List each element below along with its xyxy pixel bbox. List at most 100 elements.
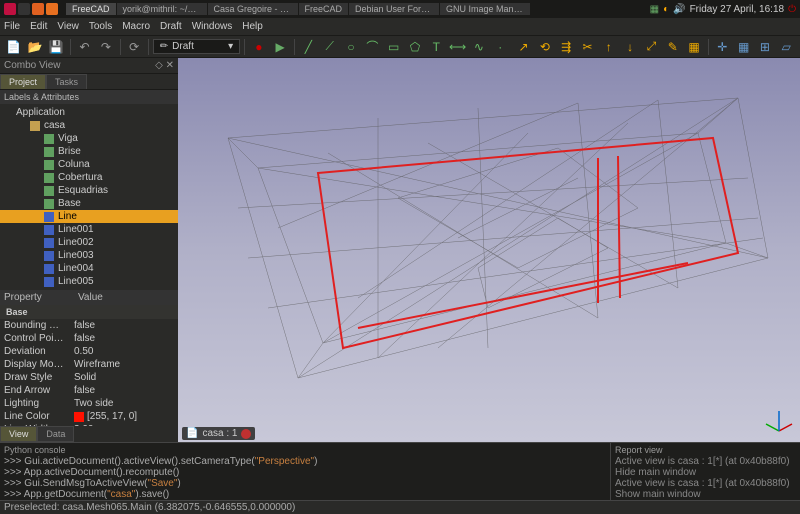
python-console[interactable]: Python console >>> Gui.activeDocument().… <box>0 443 610 500</box>
draft-offset-button[interactable]: ⇶ <box>557 37 576 57</box>
taskbar-tab[interactable]: yorik@mithril: ~/Ap… <box>117 3 207 15</box>
menu-windows[interactable]: Windows <box>192 21 233 32</box>
tree-item[interactable]: Esquadrias <box>0 184 178 197</box>
tray-icon[interactable]: ◐ <box>663 4 669 15</box>
draft-move-button[interactable]: ↗ <box>514 37 533 57</box>
tree-item[interactable]: Cobertura <box>0 171 178 184</box>
tab-tasks[interactable]: Tasks <box>46 74 87 89</box>
tree-item[interactable]: Line005 <box>0 275 178 288</box>
menu-macro[interactable]: Macro <box>122 21 150 32</box>
prop-row[interactable]: Line Color[255, 17, 0] <box>0 410 178 423</box>
statusbar: Preselected: casa.Mesh065.Main (6.382075… <box>0 500 800 514</box>
panel-controls[interactable]: ◇ ✕ <box>155 60 174 71</box>
draft-wire-button[interactable]: ⟋ <box>320 37 339 57</box>
menubar: File Edit View Tools Macro Draft Windows… <box>0 18 800 36</box>
tree-root[interactable]: Application <box>0 106 178 119</box>
tab-project[interactable]: Project <box>0 74 46 89</box>
tree-item[interactable]: Line002 <box>0 236 178 249</box>
tray-icon[interactable]: 🔊 <box>673 4 685 15</box>
menu-file[interactable]: File <box>4 21 20 32</box>
nav-cube[interactable] <box>764 406 794 436</box>
prop-row[interactable]: Bounding …false <box>0 319 178 332</box>
draft-rotate-button[interactable]: ⟲ <box>535 37 554 57</box>
property-grid[interactable]: Base Bounding …falseControl Poi…falseDev… <box>0 305 178 426</box>
menu-edit[interactable]: Edit <box>30 21 47 32</box>
taskbar-tab[interactable]: Casa Gregoire - File… <box>208 3 298 15</box>
tree-item[interactable]: Line001 <box>0 223 178 236</box>
redo-button[interactable]: ↷ <box>96 37 115 57</box>
refresh-button[interactable]: ⟳ <box>125 37 144 57</box>
undo-button[interactable]: ↶ <box>75 37 94 57</box>
3d-viewport[interactable]: 📄 casa : 1 <box>178 58 800 442</box>
draft-circle-button[interactable]: ○ <box>341 37 360 57</box>
prop-row[interactable]: LightingTwo side <box>0 397 178 410</box>
draft-downgrade-button[interactable]: ↓ <box>620 37 639 57</box>
tab-view[interactable]: View <box>0 426 37 442</box>
model-tree[interactable]: Application casa Viga Brise Coluna Cober… <box>0 104 178 290</box>
taskbar-tab[interactable]: FreeCAD <box>299 3 349 15</box>
snap-button[interactable]: ✛ <box>713 37 732 57</box>
draft-bspline-button[interactable]: ∿ <box>469 37 488 57</box>
workbench-selector[interactable]: ✏ Draft ▾ <box>153 39 240 54</box>
tree-item[interactable]: Line004 <box>0 262 178 275</box>
grid-button[interactable]: ▦ <box>734 37 753 57</box>
tree-item[interactable]: Base <box>0 197 178 210</box>
taskbar-tab[interactable]: GNU Image Manipul… <box>440 3 530 15</box>
open-button[interactable]: 📂 <box>25 37 44 57</box>
draft-icon: ✏ <box>160 41 168 52</box>
prop-group[interactable]: Base <box>0 305 178 319</box>
clock[interactable]: Friday 27 April, 16:18 <box>690 4 785 15</box>
draft-arc-button[interactable]: ⌒ <box>363 37 382 57</box>
draft-rect-button[interactable]: ▭ <box>384 37 403 57</box>
working-plane-button[interactable]: ▱ <box>777 37 796 57</box>
debian-icon[interactable] <box>4 3 16 15</box>
menu-tools[interactable]: Tools <box>89 21 112 32</box>
prop-row[interactable]: Draw StyleSolid <box>0 371 178 384</box>
draft-line-button[interactable]: ╱ <box>299 37 318 57</box>
draft-upgrade-button[interactable]: ↑ <box>599 37 618 57</box>
draft-edit-button[interactable]: ✎ <box>663 37 682 57</box>
prop-row[interactable]: End Arrowfalse <box>0 384 178 397</box>
terminal-icon[interactable] <box>18 3 30 15</box>
chevron-down-icon: ▾ <box>228 41 233 52</box>
macro-rec-button[interactable]: ● <box>249 37 268 57</box>
menu-view[interactable]: View <box>57 21 79 32</box>
tree-item[interactable]: Coluna <box>0 158 178 171</box>
tree-doc[interactable]: casa <box>0 119 178 132</box>
tree-item-selected[interactable]: Line <box>0 210 178 223</box>
taskbar-tab[interactable]: Debian User Forum… <box>349 3 439 15</box>
draft-point-button[interactable]: · <box>491 37 510 57</box>
report-view[interactable]: Report view Active view is casa : 1[*] (… <box>610 443 800 500</box>
close-tab-icon[interactable] <box>241 429 251 439</box>
draft-scale-button[interactable]: ⤢ <box>642 37 661 57</box>
viewport-status: 📄 casa : 1 <box>182 427 255 440</box>
save-button[interactable]: 💾 <box>47 37 66 57</box>
draft-trim-button[interactable]: ✂ <box>578 37 597 57</box>
draft-polygon-button[interactable]: ⬠ <box>405 37 424 57</box>
tab-data[interactable]: Data <box>37 426 74 442</box>
draft-text-button[interactable]: T <box>427 37 446 57</box>
prop-row[interactable]: Display Mo…Wireframe <box>0 358 178 371</box>
draft-dim-button[interactable]: ⟷ <box>448 37 467 57</box>
prop-row[interactable]: Deviation0.50 <box>0 345 178 358</box>
system-taskbar: FreeCAD yorik@mithril: ~/Ap… Casa Gregoi… <box>0 0 800 18</box>
main-toolbar: 📄 📂 💾 ↶ ↷ ⟳ ✏ Draft ▾ ● ▶ ╱ ⟋ ○ ⌒ ▭ ⬠ T … <box>0 36 800 58</box>
macro-play-button[interactable]: ▶ <box>270 37 289 57</box>
taskbar-tab[interactable]: FreeCAD <box>66 3 116 15</box>
tree-item[interactable]: Line003 <box>0 249 178 262</box>
draft-drawing-button[interactable]: ▦ <box>684 37 703 57</box>
menu-draft[interactable]: Draft <box>160 21 182 32</box>
property-header: PropertyValue <box>0 290 178 305</box>
doc-icon: 📄 <box>186 428 198 439</box>
blender-icon[interactable] <box>46 3 58 15</box>
combo-view-panel: Combo View◇ ✕ Project Tasks Labels & Att… <box>0 58 178 442</box>
prop-row[interactable]: Control Poi…false <box>0 332 178 345</box>
firefox-icon[interactable] <box>32 3 44 15</box>
ortho-button[interactable]: ⊞ <box>755 37 774 57</box>
tree-item[interactable]: Brise <box>0 145 178 158</box>
new-button[interactable]: 📄 <box>4 37 23 57</box>
logout-icon[interactable]: ⏻ <box>788 4 796 15</box>
menu-help[interactable]: Help <box>242 21 263 32</box>
tray-icon[interactable]: ▦ <box>650 4 659 15</box>
tree-item[interactable]: Viga <box>0 132 178 145</box>
